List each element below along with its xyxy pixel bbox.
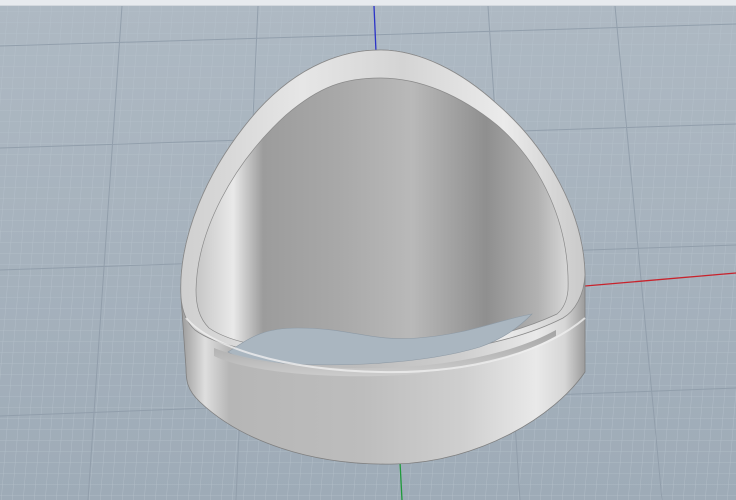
perspective-viewport[interactable]: [0, 6, 736, 500]
rhino-like-app: [0, 0, 736, 500]
viewport-canvas[interactable]: [0, 6, 736, 500]
